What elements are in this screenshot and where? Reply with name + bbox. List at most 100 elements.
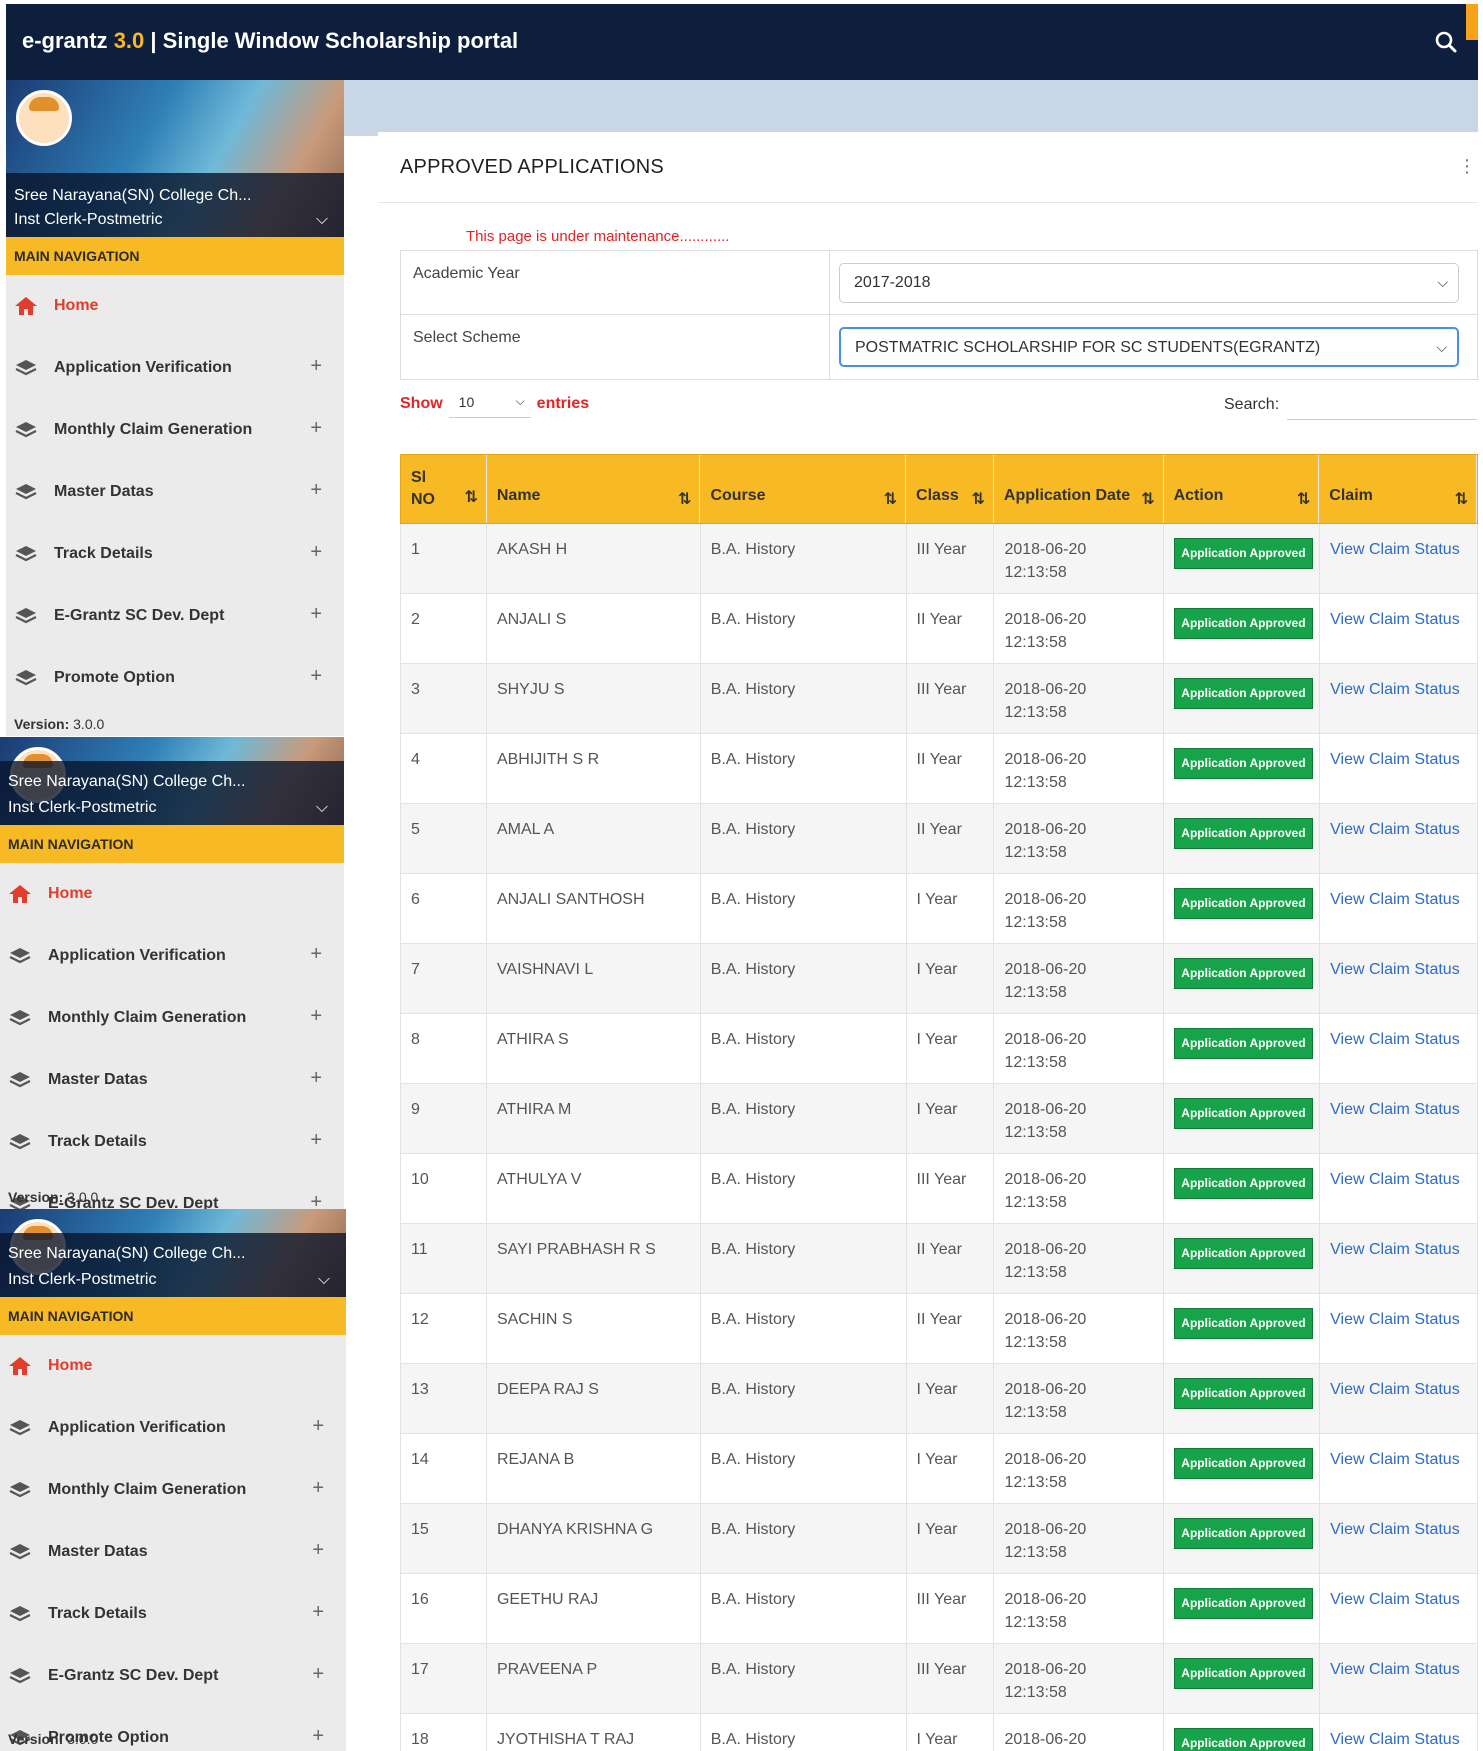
brand-version: 3.0 xyxy=(113,28,145,53)
plus-icon[interactable]: + xyxy=(310,665,322,688)
nav-list: Home Application Verification + Monthly Cla… xyxy=(0,863,344,1209)
academic-year-select[interactable]: 2017-2018 ⌵ xyxy=(839,263,1459,303)
table-row: 8 ATHIRA S B.A. History I Year 2018-06-20 12:… xyxy=(400,1014,1479,1084)
cell-action: Application Approved xyxy=(1164,1224,1321,1293)
cell-action: Application Approved xyxy=(1164,1434,1321,1503)
cell-name: SAYI PRABHASH R S xyxy=(487,1224,701,1293)
column-header-class[interactable]: Class ⇅ xyxy=(906,455,994,523)
scheme-select[interactable]: POSTMATRIC SCHOLARSHIP FOR SC STUDENTS(E… xyxy=(839,327,1459,367)
sidebar-item-e-grantz-sc-dev-dept[interactable]: E-Grantz SC Dev. Dept + xyxy=(6,585,344,647)
entries-select[interactable]: 10 ⌵ xyxy=(448,390,531,418)
brand-logo[interactable]: e-grantz 3.0 | Single Window Scholarship… xyxy=(22,28,518,54)
cell-course: B.A. History xyxy=(701,1294,907,1363)
view-claim-status-link[interactable]: View Claim Status xyxy=(1320,1154,1479,1223)
sidebar-item-monthly-claim-generation[interactable]: Monthly Claim Generation + xyxy=(6,399,344,461)
search-icon[interactable] xyxy=(1434,30,1458,54)
sidebar-item-application-verification[interactable]: Application Verification + xyxy=(0,925,344,987)
view-claim-status-link[interactable]: View Claim Status xyxy=(1320,1294,1479,1363)
view-claim-status-link[interactable]: View Claim Status xyxy=(1320,1504,1479,1573)
view-claim-status-link[interactable]: View Claim Status xyxy=(1320,1644,1479,1713)
chevron-down-icon[interactable]: ⌵ xyxy=(316,799,328,817)
sidebar-item-home[interactable]: Home xyxy=(6,275,344,337)
layers-icon xyxy=(8,1542,32,1562)
table-row: 12 SACHIN S B.A. History II Year 2018-06-20 1… xyxy=(400,1294,1479,1364)
user-panel: Sree Narayana(SN) College Ch... Inst Cle… xyxy=(6,80,344,237)
view-claim-status-link[interactable]: View Claim Status xyxy=(1320,874,1479,943)
plus-icon[interactable]: + xyxy=(312,1477,324,1500)
cell-action: Application Approved xyxy=(1164,1504,1321,1573)
view-claim-status-link[interactable]: View Claim Status xyxy=(1320,1224,1479,1293)
view-claim-status-link[interactable]: View Claim Status xyxy=(1320,804,1479,873)
plus-icon[interactable]: + xyxy=(310,417,322,440)
column-header-name[interactable]: Name ⇅ xyxy=(487,455,701,523)
user-name: Sree Narayana(SN) College Ch... xyxy=(8,1245,246,1262)
column-header-course[interactable]: Course ⇅ xyxy=(700,455,907,523)
view-claim-status-link[interactable]: View Claim Status xyxy=(1320,1714,1479,1751)
chevron-down-icon[interactable]: ⌵ xyxy=(318,1271,330,1289)
view-claim-status-link[interactable]: View Claim Status xyxy=(1320,1574,1479,1643)
plus-icon[interactable]: + xyxy=(310,1005,322,1028)
sidebar-item-promote-option[interactable]: Promote Option + xyxy=(6,647,344,709)
view-claim-status-link[interactable]: View Claim Status xyxy=(1320,1434,1479,1503)
sidebar-item-label: Application Verification xyxy=(48,947,226,964)
view-claim-status-link[interactable]: View Claim Status xyxy=(1320,664,1479,733)
time-value: 12:13:58 xyxy=(1004,704,1067,721)
cell-name: ANJALI S xyxy=(487,594,701,663)
plus-icon[interactable]: + xyxy=(312,1415,324,1438)
view-claim-status-link[interactable]: View Claim Status xyxy=(1320,734,1479,803)
cell-course: B.A. History xyxy=(701,1364,907,1433)
view-claim-status-link[interactable]: View Claim Status xyxy=(1320,944,1479,1013)
cell-application-date: 2018-06-2012:13:58 xyxy=(994,1714,1165,1751)
plus-icon[interactable]: + xyxy=(310,1191,322,1209)
plus-icon[interactable]: + xyxy=(310,355,322,378)
sidebar-item-home[interactable]: Home xyxy=(0,863,344,925)
applications-table: Sl NO ⇅ Name ⇅ Course ⇅ Class ⇅ Application D… xyxy=(400,454,1479,1751)
plus-icon[interactable]: + xyxy=(312,1601,324,1624)
plus-icon[interactable]: + xyxy=(312,1725,324,1748)
plus-icon[interactable]: + xyxy=(310,1129,322,1152)
plus-icon[interactable]: + xyxy=(310,603,322,626)
more-options-icon[interactable]: ⋮ xyxy=(1458,156,1476,177)
layers-icon xyxy=(14,544,38,564)
date-value: 2018-06-20 xyxy=(1004,541,1087,558)
sidebar-item-track-details[interactable]: Track Details + xyxy=(0,1111,344,1173)
column-header-application-date[interactable]: Application Date ⇅ xyxy=(994,455,1164,523)
view-claim-status-link[interactable]: View Claim Status xyxy=(1320,594,1479,663)
view-claim-status-link[interactable]: View Claim Status xyxy=(1320,524,1479,593)
sidebar-item-application-verification[interactable]: Application Verification + xyxy=(6,337,344,399)
plus-icon[interactable]: + xyxy=(310,943,322,966)
status-badge: Application Approved xyxy=(1174,888,1313,919)
version-info: Version: 3.0.0 xyxy=(14,716,104,732)
chevron-down-icon[interactable]: ⌵ xyxy=(316,211,328,229)
sidebar-item-home[interactable]: Home xyxy=(0,1335,346,1397)
sidebar-item-master-datas[interactable]: Master Datas + xyxy=(6,461,344,523)
column-header-sl-no[interactable]: Sl NO ⇅ xyxy=(401,455,487,523)
entries-value: 10 xyxy=(458,394,475,410)
sidebar-item-e-grantz-sc-dev-dept[interactable]: E-Grantz SC Dev. Dept + xyxy=(0,1645,346,1707)
cell-name: ABHIJITH S R xyxy=(487,734,701,803)
view-claim-status-link[interactable]: View Claim Status xyxy=(1320,1364,1479,1433)
time-value: 12:13:58 xyxy=(1004,914,1067,931)
plus-icon[interactable]: + xyxy=(310,479,322,502)
sidebar-item-master-datas[interactable]: Master Datas + xyxy=(0,1049,344,1111)
column-header-action[interactable]: Action ⇅ xyxy=(1164,455,1320,523)
cell-class: II Year xyxy=(907,1294,995,1363)
sidebar-item-monthly-claim-generation[interactable]: Monthly Claim Generation + xyxy=(0,1459,346,1521)
sidebar-item-application-verification[interactable]: Application Verification + xyxy=(0,1397,346,1459)
view-claim-status-link[interactable]: View Claim Status xyxy=(1320,1014,1479,1083)
sidebar-item-track-details[interactable]: Track Details + xyxy=(6,523,344,585)
plus-icon[interactable]: + xyxy=(312,1539,324,1562)
version-info: Version: 3.0.0 xyxy=(8,1189,98,1205)
sidebar-item-track-details[interactable]: Track Details + xyxy=(0,1583,346,1645)
status-badge: Application Approved xyxy=(1174,538,1313,569)
sidebar-item-master-datas[interactable]: Master Datas + xyxy=(0,1521,346,1583)
search-input[interactable] xyxy=(1287,390,1478,420)
plus-icon[interactable]: + xyxy=(310,541,322,564)
plus-icon[interactable]: + xyxy=(310,1067,322,1090)
course-header-label: Course xyxy=(710,487,766,504)
column-header-claim[interactable]: Claim ⇅ xyxy=(1319,455,1477,523)
plus-icon[interactable]: + xyxy=(312,1663,324,1686)
date-value: 2018-06-20 xyxy=(1004,1101,1087,1118)
view-claim-status-link[interactable]: View Claim Status xyxy=(1320,1084,1479,1153)
sidebar-item-monthly-claim-generation[interactable]: Monthly Claim Generation + xyxy=(0,987,344,1049)
